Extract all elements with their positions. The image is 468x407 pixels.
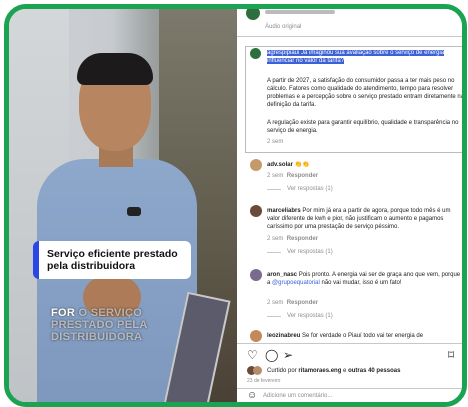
reply-link[interactable]: Responder xyxy=(287,173,318,179)
comment-body: leozinabreu Se for verdade o Piauí todo … xyxy=(267,332,461,340)
share-icon[interactable]: ➢ xyxy=(283,349,293,361)
post-author-avatar[interactable] xyxy=(246,9,260,20)
liker-avatar[interactable] xyxy=(253,366,262,375)
main-comment-paragraph-1: A partir de 2027, a satisfação do consum… xyxy=(267,78,465,108)
video-caption-card: Serviço eficiente prestado pela distribu… xyxy=(33,241,191,279)
video-subtitle-main: FOR xyxy=(51,307,76,319)
comment-meta: 2 sem Responder xyxy=(267,299,318,307)
reply-link[interactable]: Responder xyxy=(287,300,318,306)
view-replies-link[interactable]: Ver respostas (1) xyxy=(287,248,333,256)
like-heart-icon[interactable]: ♡ xyxy=(465,207,467,215)
save-icon[interactable]: ⌑ xyxy=(448,349,454,361)
replies-dash xyxy=(267,316,281,317)
reply-link[interactable]: Responder xyxy=(287,236,318,242)
likes-text-pre: Curtido por xyxy=(267,368,299,374)
likes-summary: Curtido por ritamoraes.eng e outras 40 p… xyxy=(267,367,457,375)
reel-video[interactable]: Serviço eficiente prestado pela distribu… xyxy=(9,9,237,402)
comment-username[interactable]: adv.solar xyxy=(267,162,293,168)
replies-dash xyxy=(267,252,281,253)
actions-divider xyxy=(237,343,462,344)
comment-avatar[interactable] xyxy=(250,269,262,281)
main-comment-question: agrespipiaui Já imaginou sua avaliação s… xyxy=(267,49,462,65)
post-date: 23 de fevereiro xyxy=(247,378,281,384)
comment-text: Se for verdade o Piauí todo vai ter ener… xyxy=(302,333,424,339)
like-heart-icon[interactable]: ♡ xyxy=(465,271,467,279)
comment-username[interactable]: leozinabreu xyxy=(267,333,300,339)
post-frame: Serviço eficiente prestado pela distribu… xyxy=(4,4,467,407)
comment-avatar[interactable] xyxy=(250,330,262,342)
presenter-hair xyxy=(77,53,153,85)
view-replies-link[interactable]: Ver respostas (1) xyxy=(287,312,333,320)
add-comment-input[interactable]: Adicione um comentário... xyxy=(263,392,453,400)
main-comment-username[interactable]: agrespipiaui xyxy=(267,50,300,56)
header-divider xyxy=(237,36,462,37)
comment-username[interactable]: aron_nasc xyxy=(267,272,297,278)
comment-body: marceliabrs Por mim já era a partir de a… xyxy=(267,207,461,231)
comment-time: 2 sem xyxy=(267,236,284,242)
emoji-icon[interactable]: ☺ xyxy=(247,390,257,402)
likes-user[interactable]: ritamoraes.eng xyxy=(298,368,341,374)
input-divider xyxy=(237,388,462,389)
main-comment-time: 2 sem xyxy=(267,139,284,145)
like-icon[interactable]: ♡ xyxy=(247,349,258,361)
comment-avatar[interactable] xyxy=(250,205,262,217)
comment-avatar[interactable] xyxy=(250,159,262,171)
view-replies-link[interactable]: Ver respostas (1) xyxy=(287,185,333,193)
comment-meta: 2 sem Responder xyxy=(267,235,318,243)
comment-body: adv.solar 👏👏 xyxy=(267,161,447,169)
likes-others[interactable]: outras 40 pessoas xyxy=(348,368,400,374)
comment-time: 2 sem xyxy=(267,173,284,179)
video-subtitle: FOR O SERVIÇO PRESTADO PELA DISTRIBUIDOR… xyxy=(51,307,201,343)
comment-body: aron_nasc Pois pronto. A energia vai ser… xyxy=(267,271,461,287)
comment-text: 👏👏 xyxy=(294,162,310,168)
post-author-name-cut xyxy=(265,10,335,14)
lapel-mic xyxy=(127,207,141,216)
post-audio-label[interactable]: Áudio original xyxy=(265,23,301,31)
main-comment-paragraph-2: A regulação existe para garantir equilíb… xyxy=(267,120,459,134)
comments-panel: Áudio original agrespipiaui Já imaginou … xyxy=(237,9,462,402)
comment-icon[interactable]: ◯ xyxy=(265,349,278,361)
replies-dash xyxy=(267,189,281,190)
like-heart-icon[interactable]: ♡ xyxy=(465,161,467,169)
comment-mention[interactable]: @grupoequatorial xyxy=(272,280,320,286)
comment-time: 2 sem xyxy=(267,300,284,306)
agrespi-avatar[interactable] xyxy=(250,48,261,59)
comment-username[interactable]: marceliabrs xyxy=(267,208,301,214)
comment-text-b: não vai mudar, isso é um fato! xyxy=(319,280,402,286)
comment-meta: 2 sem Responder xyxy=(267,172,318,180)
video-caption-text: Serviço eficiente prestado pela distribu… xyxy=(47,248,178,272)
